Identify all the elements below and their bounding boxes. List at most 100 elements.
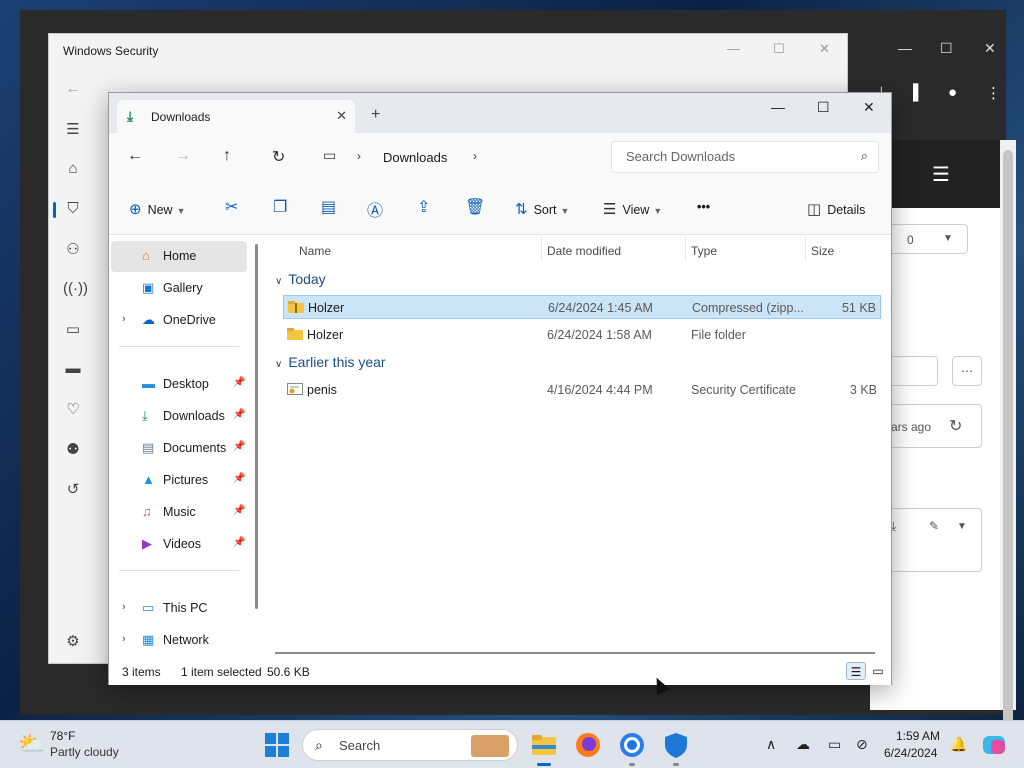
chevron-right-icon[interactable]: › (122, 633, 126, 645)
maximize-icon[interactable]: ☐ (817, 99, 830, 116)
address-bar[interactable]: ▭ › Downloads › (315, 141, 605, 173)
chevron-right-icon[interactable]: › (473, 149, 477, 163)
sidebar-item-desktop[interactable]: ▬ Desktop 📌 (111, 369, 247, 400)
share-icon[interactable]: ⇪ (417, 197, 430, 217)
account-icon[interactable]: ⚇ (63, 240, 83, 258)
file-explorer-icon[interactable] (530, 731, 558, 759)
chevron-down-icon[interactable]: ▼ (957, 521, 967, 532)
display-icon[interactable]: ▭ (828, 736, 841, 753)
clock-time[interactable]: 1:59 AM (896, 729, 940, 743)
minimize-icon[interactable]: — (898, 40, 912, 56)
sidebar-item-videos[interactable]: ▶ Videos 📌 (111, 529, 247, 560)
column-divider[interactable] (685, 238, 686, 260)
paste-icon[interactable]: ▤ (321, 197, 336, 217)
sidebar-item-downloads[interactable]: ⤓ Downloads 📌 (111, 401, 247, 432)
tiles-view-icon[interactable]: ▭ (868, 662, 888, 680)
details-button[interactable]: ◫ Details (807, 200, 865, 218)
edit-icon[interactable]: ✎ (929, 519, 939, 533)
table-row[interactable]: Holzer 6/24/2024 1:58 AM File folder (283, 323, 881, 347)
windows-security-icon[interactable] (662, 731, 690, 759)
back-icon[interactable]: ← (63, 80, 83, 97)
device-security-icon[interactable]: ▬ (63, 360, 83, 377)
cut-icon[interactable]: ✂ (225, 197, 238, 217)
health-icon[interactable]: ♡ (63, 400, 83, 418)
gear-icon[interactable]: ⚙ (63, 632, 83, 650)
chevron-right-icon[interactable]: › (357, 149, 361, 163)
minimize-icon[interactable]: — (727, 41, 740, 56)
column-date-modified[interactable]: Date modified (547, 244, 621, 258)
column-divider[interactable] (541, 238, 542, 260)
sidebar-item-documents[interactable]: ▤ Documents 📌 (111, 433, 247, 464)
copy-icon[interactable]: ❐ (273, 197, 287, 217)
sidebar-icon[interactable]: ▌ (913, 84, 924, 101)
history-icon[interactable]: ↺ (63, 480, 83, 498)
sidebar-item-onedrive[interactable]: › ☁ OneDrive (111, 305, 247, 336)
pin-icon[interactable]: 📌 (233, 377, 245, 388)
clock-date[interactable]: 6/24/2024 (884, 746, 937, 760)
table-row[interactable]: penis 4/16/2024 4:44 PM Security Certifi… (283, 378, 881, 402)
history-icon[interactable]: ↻ (949, 416, 962, 436)
onedrive-offline-icon[interactable]: ☁ (796, 736, 810, 753)
menu-icon[interactable]: ⋮ (986, 84, 1001, 102)
more-icon[interactable]: ⋯ (952, 356, 982, 386)
search-box[interactable]: ⌕ (611, 141, 879, 173)
chevron-up-icon[interactable]: ∧ (766, 736, 776, 753)
sidebar-item-network[interactable]: › ▦ Network (111, 625, 247, 656)
breadcrumb-downloads[interactable]: Downloads (383, 150, 447, 165)
start-button[interactable] (265, 733, 289, 757)
sidebar-item-home[interactable]: ⌂ Home (111, 241, 247, 272)
delete-icon[interactable]: 🗑 (465, 197, 485, 217)
profile-icon[interactable]: ● (948, 84, 957, 101)
sidebar-item-pictures[interactable]: ▲ Pictures 📌 (111, 465, 247, 496)
shield-icon[interactable]: ⛉ (63, 200, 83, 217)
app-browser-icon[interactable]: ▭ (63, 320, 83, 338)
family-icon[interactable]: ⚉ (63, 440, 83, 458)
column-type[interactable]: Type (691, 244, 717, 258)
home-icon[interactable]: ⌂ (63, 160, 83, 177)
group-header-earlier-this-year[interactable]: ∨ Earlier this year (275, 354, 386, 370)
pin-icon[interactable]: 📌 (233, 409, 245, 420)
up-icon[interactable]: ↑ (223, 147, 231, 165)
pin-icon[interactable]: 📌 (233, 441, 245, 452)
notification-bell-icon[interactable]: 🔔 (950, 736, 967, 753)
chevron-right-icon[interactable]: › (122, 601, 126, 613)
close-tab-icon[interactable]: ✕ (336, 108, 347, 124)
weather-icon[interactable]: ⛅ (18, 731, 45, 757)
copilot-icon[interactable] (980, 731, 1008, 759)
chrome-icon[interactable] (618, 731, 646, 759)
column-size[interactable]: Size (811, 244, 834, 258)
tab-downloads[interactable]: ⤓ Downloads ✕ (117, 100, 355, 133)
minimize-icon[interactable]: — (771, 99, 785, 115)
sidebar-item-music[interactable]: ♫ Music 📌 (111, 497, 247, 528)
forward-icon[interactable]: → (175, 147, 191, 165)
maximize-icon[interactable]: ☐ (940, 40, 953, 57)
back-icon[interactable]: ← (127, 147, 143, 165)
weather-description[interactable]: Partly cloudy (50, 745, 119, 759)
firefox-icon[interactable] (574, 731, 602, 759)
pin-icon[interactable]: 📌 (233, 537, 245, 548)
background-counter[interactable]: 0 ▼ (880, 224, 968, 254)
pin-icon[interactable]: 📌 (233, 473, 245, 484)
table-row[interactable]: Holzer 6/24/2024 1:45 AM Compressed (zip… (283, 295, 881, 319)
network-volume-icon[interactable]: ⊘ (856, 736, 868, 753)
maximize-icon[interactable]: ☐ (773, 41, 785, 57)
close-icon[interactable]: ✕ (819, 41, 830, 57)
new-tab-icon[interactable]: + (371, 106, 380, 124)
column-name[interactable]: Name (299, 244, 331, 258)
column-divider[interactable] (805, 238, 806, 260)
rename-icon[interactable]: Ⓐ (367, 197, 383, 221)
close-icon[interactable]: ✕ (984, 40, 996, 57)
close-icon[interactable]: ✕ (863, 99, 875, 116)
search-input[interactable] (626, 149, 836, 164)
taskbar-search-input[interactable] (339, 738, 459, 753)
details-view-icon[interactable]: ☰ (846, 662, 866, 680)
sidebar-item-this-pc[interactable]: › ▭ This PC (111, 593, 247, 624)
weather-temperature[interactable]: 78°F (50, 729, 75, 743)
chevron-right-icon[interactable]: › (122, 313, 126, 325)
hamburger-icon[interactable]: ☰ (932, 162, 950, 187)
sidebar-scrollbar[interactable] (255, 244, 258, 609)
view-button[interactable]: ☰ View ▼ (603, 200, 662, 218)
firewall-icon[interactable]: ((·)) (63, 280, 88, 297)
taskbar-search[interactable]: ⌕ (302, 729, 518, 761)
pin-icon[interactable]: 📌 (233, 505, 245, 516)
